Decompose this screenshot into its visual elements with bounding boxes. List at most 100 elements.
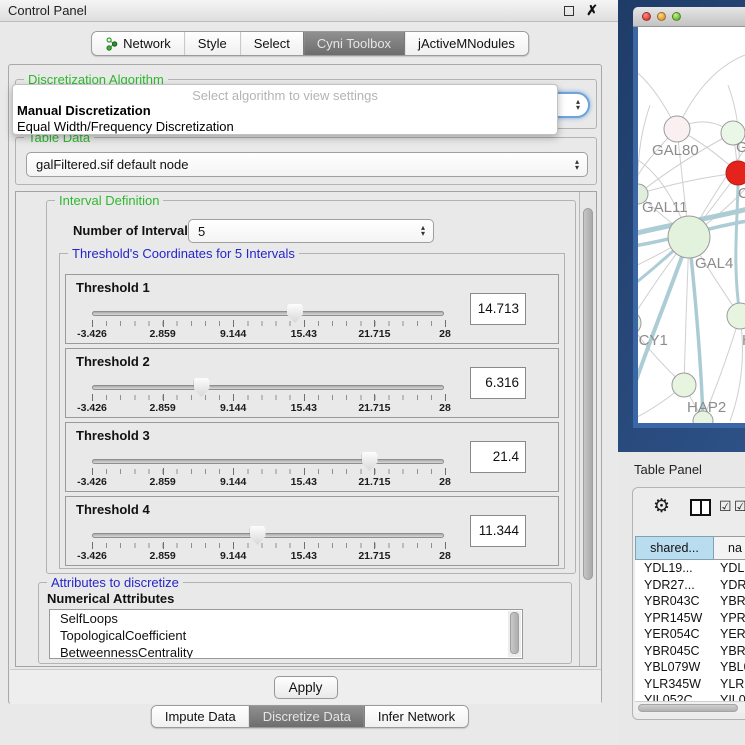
checkbox-checked-icon[interactable]: ☑ [734, 498, 745, 515]
network-canvas[interactable]: GAL80 GA C GAL11 GAL4 GCY1 H HAP2 [633, 27, 745, 428]
window-title: Control Panel [8, 3, 87, 18]
columns-icon[interactable] [690, 499, 711, 516]
settings-vertical-scrollbar[interactable] [579, 192, 596, 666]
tab-network[interactable]: Network [92, 32, 184, 55]
node-hap2[interactable] [672, 373, 696, 397]
table-horizontal-scrollbar[interactable] [635, 701, 745, 713]
threshold-1-ticks [92, 321, 445, 326]
threshold-3-ticks [92, 469, 445, 474]
tab-style-label: Style [198, 36, 227, 51]
threshold-2-ticks [92, 395, 445, 400]
spinner-arrows-icon: ▴▾ [421, 225, 425, 237]
cyni-bottom-tabbar: Impute Data Discretize Data Infer Networ… [151, 705, 469, 728]
apply-row: Apply [10, 669, 601, 704]
column-header-name[interactable]: na [714, 536, 745, 560]
tab-cyni-toolbox[interactable]: Cyni Toolbox [303, 32, 404, 55]
threshold-1-slider[interactable] [92, 311, 444, 316]
table-row[interactable]: YPR145WYPR1 [635, 610, 745, 627]
table-row[interactable]: YBL079WYBL0 [635, 659, 745, 676]
checkbox-checked-icon[interactable]: ☑ [719, 498, 732, 515]
minimize-traffic-light-icon[interactable] [657, 12, 666, 21]
table-row[interactable]: YDR27...YDR2 [635, 577, 745, 594]
list-item[interactable]: BetweennessCentrality [50, 644, 522, 659]
threshold-3-label: Threshold 3 [76, 428, 150, 443]
tab-impute-data[interactable]: Impute Data [152, 706, 249, 727]
algorithm-option-equal-width[interactable]: Equal Width/Frequency Discretization [13, 119, 557, 135]
list-item[interactable]: SelfLoops [50, 610, 522, 627]
threshold-4-slider[interactable] [92, 533, 444, 538]
threshold-2-value-field[interactable]: 6.316 [470, 367, 526, 399]
table-row[interactable]: YBR043CYBR0 [635, 593, 745, 610]
threshold-1-tick-labels: -3.426 2.859 9.144 15.43 21.715 28 [92, 328, 445, 340]
tab-jactivemnodules[interactable]: jActiveMNodules [404, 32, 528, 55]
threshold-4-label: Threshold 4 [76, 502, 150, 517]
apply-button[interactable]: Apply [274, 676, 338, 699]
interval-definition-label: Interval Definition [55, 193, 163, 208]
threshold-4-value-field[interactable]: 11.344 [470, 515, 526, 547]
label-gal80: GAL80 [652, 142, 699, 159]
attributes-group: Attributes to discretize Numerical Attri… [38, 582, 572, 664]
label-gcy1: GCY1 [638, 332, 668, 349]
control-panel-window: Control Panel ✗ Network Style Select [0, 0, 620, 745]
threshold-3-slider[interactable] [92, 459, 444, 464]
threshold-4-box: Threshold 4 -3.426 2.859 9.144 [65, 496, 559, 566]
screen: Control Panel ✗ Network Style Select [0, 0, 745, 745]
node-selected-red[interactable] [726, 161, 745, 185]
label-partial-top: GA [736, 139, 745, 156]
number-of-intervals-label: Number of Intervals [73, 223, 195, 238]
thresholds-group-label: Threshold's Coordinates for 5 Intervals [68, 246, 299, 261]
tab-select[interactable]: Select [240, 32, 303, 55]
close-icon[interactable]: ✗ [586, 2, 598, 19]
table-panel-toolbar: ⚙ ☑ ☑ [633, 488, 745, 532]
close-traffic-light-icon[interactable] [642, 12, 651, 21]
column-header-shared-name[interactable]: shared... [635, 536, 714, 560]
tab-jactivemnodules-label: jActiveMNodules [418, 36, 515, 51]
threshold-1-label: Threshold 1 [76, 280, 150, 295]
label-gal11: GAL11 [642, 199, 688, 216]
settings-scrollbar-thumb[interactable] [583, 208, 593, 580]
spinner-arrows-icon: ▴▾ [576, 99, 580, 111]
threshold-4-tick-labels: -3.426 2.859 9.144 15.43 21.715 28 [92, 550, 445, 562]
threshold-2-tick-labels: -3.426 2.859 9.144 15.43 21.715 28 [92, 402, 445, 414]
threshold-2-slider[interactable] [92, 385, 444, 390]
tab-infer-network-label: Infer Network [378, 709, 455, 724]
table-row[interactable]: YBR045CYBR0 [635, 643, 745, 660]
control-panel-titlebar[interactable]: Control Panel ✗ [0, 0, 620, 22]
network-graph: GAL80 GA C GAL11 GAL4 GCY1 H HAP2 [638, 27, 745, 423]
node-gal4[interactable] [668, 216, 710, 258]
threshold-1-value-field[interactable]: 14.713 [470, 293, 526, 325]
table-data-combobox[interactable]: galFiltered.sif default node ▴▾ [26, 152, 588, 177]
thresholds-group: Threshold's Coordinates for 5 Intervals … [59, 253, 565, 569]
float-icon[interactable] [564, 6, 574, 16]
algorithm-dropdown-popup: Select algorithm to view settings Manual… [12, 84, 558, 135]
table-row[interactable]: YIL052CYIL0 [635, 692, 745, 701]
table-row[interactable]: YLR345WYLR3 [635, 676, 745, 693]
threshold-1-box: Threshold 1 -3.426 2.859 9.144 [65, 274, 559, 344]
table-row[interactable]: YDL19...YDL1 [635, 560, 745, 577]
numerical-attributes-label: Numerical Attributes [47, 591, 174, 606]
gear-icon[interactable]: ⚙ [653, 496, 670, 518]
network-window-titlebar[interactable] [633, 7, 745, 27]
algorithm-dropdown-hint: Select algorithm to view settings [13, 85, 557, 103]
algorithm-option-manual[interactable]: Manual Discretization [13, 103, 557, 119]
label-hap2: HAP2 [687, 399, 726, 416]
node-partial-right[interactable] [727, 303, 745, 329]
threshold-3-value-field[interactable]: 21.4 [470, 441, 526, 473]
settings-scroll-panel: Interval Definition Number of Intervals … [15, 191, 597, 667]
number-of-intervals-value: 5 [198, 224, 205, 239]
table-scrollbar-thumb[interactable] [638, 704, 738, 712]
list-item[interactable]: TopologicalCoefficient [50, 627, 522, 644]
tab-style[interactable]: Style [184, 32, 240, 55]
number-of-intervals-combobox[interactable]: 5 ▴▾ [188, 219, 434, 243]
threshold-2-label: Threshold 2 [76, 354, 150, 369]
node-gal80[interactable] [664, 116, 690, 142]
table-panel-region: Table Panel ⚙ ☑ ☑ shared... na YDL19...Y… [618, 452, 745, 745]
label-gal4: GAL4 [695, 255, 733, 272]
zoom-traffic-light-icon[interactable] [672, 12, 681, 21]
table-row[interactable]: YER054CYER0 [635, 626, 745, 643]
tab-infer-network[interactable]: Infer Network [364, 706, 468, 727]
attributes-list-scrollbar[interactable] [508, 611, 521, 657]
network-view-window: GAL80 GA C GAL11 GAL4 GCY1 H HAP2 [633, 7, 745, 428]
tab-discretize-data[interactable]: Discretize Data [249, 706, 364, 727]
threshold-4-ticks [92, 543, 445, 548]
